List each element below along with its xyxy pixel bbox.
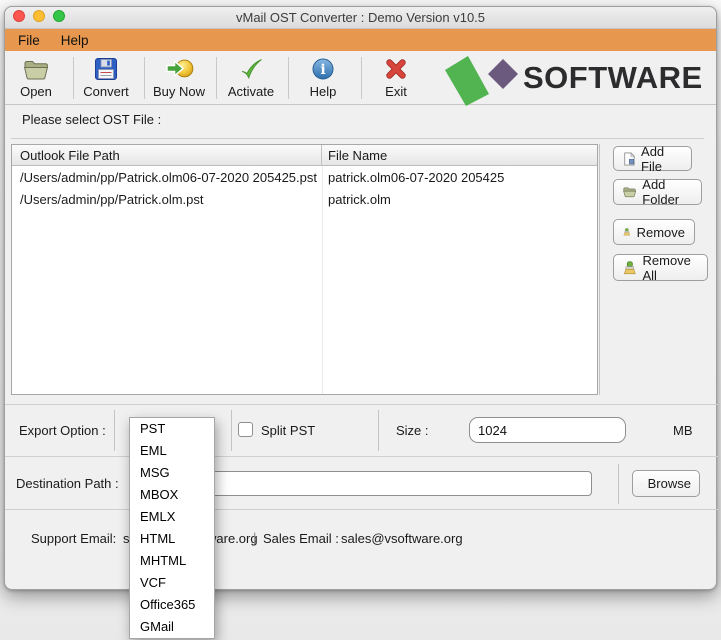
dropdown-option-gmail[interactable]: GMail bbox=[130, 616, 214, 638]
menu-file[interactable]: File bbox=[18, 33, 40, 48]
add-folder-label: Add Folder bbox=[642, 177, 692, 207]
dropdown-option-office365[interactable]: Office365 bbox=[130, 594, 214, 616]
divider bbox=[114, 410, 115, 451]
add-folder-button[interactable]: Add Folder bbox=[613, 179, 702, 205]
help-button[interactable]: i Help bbox=[289, 54, 357, 99]
remove-button[interactable]: Remove bbox=[613, 219, 695, 245]
menu-help[interactable]: Help bbox=[61, 33, 89, 48]
buy-now-button[interactable]: Buy Now bbox=[145, 54, 213, 99]
buy-now-label: Buy Now bbox=[145, 84, 213, 99]
cell-file-name: patrick.olm bbox=[322, 192, 597, 207]
brand-name: SOFTWARE bbox=[523, 55, 703, 101]
browse-folder-icon bbox=[641, 477, 642, 491]
dropdown-option-html[interactable]: HTML bbox=[130, 528, 214, 550]
add-folder-icon bbox=[623, 185, 636, 199]
size-unit-label: MB bbox=[673, 423, 693, 438]
exit-x-icon bbox=[362, 54, 430, 84]
table-header: Outlook File Path File Name bbox=[12, 145, 597, 166]
menu-bar: File Help bbox=[5, 29, 716, 51]
divider bbox=[5, 404, 718, 405]
divider bbox=[5, 509, 718, 510]
title-bar: vMail OST Converter : Demo Version v10.5 bbox=[5, 7, 716, 29]
divider bbox=[599, 144, 600, 395]
open-label: Open bbox=[2, 84, 70, 99]
exit-label: Exit bbox=[362, 84, 430, 99]
divider bbox=[618, 464, 619, 504]
divider bbox=[378, 410, 379, 451]
file-list-table: Outlook File Path File Name /Users/admin… bbox=[11, 144, 598, 395]
open-folder-icon bbox=[2, 54, 70, 84]
divider bbox=[5, 456, 718, 457]
export-format-dropdown: PST EML MSG MBOX EMLX HTML MHTML VCF Off… bbox=[129, 417, 215, 639]
zoom-window-button[interactable] bbox=[53, 10, 65, 22]
dropdown-option-mhtml[interactable]: MHTML bbox=[130, 550, 214, 572]
size-label: Size : bbox=[396, 423, 429, 438]
exit-button[interactable]: Exit bbox=[362, 54, 430, 99]
add-file-icon bbox=[623, 151, 635, 167]
column-header-path: Outlook File Path bbox=[12, 145, 322, 165]
select-ost-label: Please select OST File : bbox=[22, 112, 161, 127]
close-window-button[interactable] bbox=[13, 10, 25, 22]
minimize-window-button[interactable] bbox=[33, 10, 45, 22]
remove-all-label: Remove All bbox=[643, 253, 699, 283]
info-icon: i bbox=[289, 54, 357, 84]
dropdown-option-eml[interactable]: EML bbox=[130, 440, 214, 462]
split-pst-label: Split PST bbox=[261, 423, 315, 438]
cell-file-name: patrick.olm06-07-2020 205425 bbox=[322, 170, 597, 185]
brush-icon bbox=[623, 260, 637, 276]
divider bbox=[231, 410, 232, 451]
table-row[interactable]: /Users/admin/pp/Patrick.olm.pst patrick.… bbox=[12, 188, 597, 210]
cell-file-path: /Users/admin/pp/Patrick.olm06-07-2020 20… bbox=[12, 170, 322, 185]
app-window: vMail OST Converter : Demo Version v10.5… bbox=[4, 6, 717, 590]
dropdown-option-vcf[interactable]: VCF bbox=[130, 572, 214, 594]
dropdown-option-mbox[interactable]: MBOX bbox=[130, 484, 214, 506]
add-file-label: Add File bbox=[641, 144, 682, 174]
export-option-label: Export Option : bbox=[19, 423, 106, 438]
size-input[interactable] bbox=[469, 417, 626, 443]
convert-label: Convert bbox=[72, 84, 140, 99]
window-title: vMail OST Converter : Demo Version v10.5 bbox=[5, 7, 716, 28]
convert-button[interactable]: Convert bbox=[72, 54, 140, 99]
buy-now-icon bbox=[145, 54, 213, 84]
browse-button[interactable]: Browse bbox=[632, 470, 700, 497]
open-button[interactable]: Open bbox=[2, 54, 70, 99]
add-file-button[interactable]: Add File bbox=[613, 146, 692, 171]
table-row[interactable]: /Users/admin/pp/Patrick.olm06-07-2020 20… bbox=[12, 166, 597, 188]
column-header-name: File Name bbox=[322, 145, 597, 165]
svg-text:i: i bbox=[320, 62, 325, 78]
browse-label: Browse bbox=[648, 476, 691, 491]
activate-label: Activate bbox=[217, 84, 285, 99]
toolbar: Open Convert bbox=[5, 51, 716, 105]
activate-button[interactable]: Activate bbox=[217, 54, 285, 99]
split-pst-checkbox[interactable] bbox=[238, 422, 253, 437]
sales-email-label: Sales Email : bbox=[263, 531, 339, 546]
remove-all-button[interactable]: Remove All bbox=[613, 254, 708, 281]
column-divider bbox=[322, 166, 323, 394]
help-label: Help bbox=[289, 84, 357, 99]
support-email-label: Support Email: bbox=[31, 531, 116, 546]
dropdown-option-emlx[interactable]: EMLX bbox=[130, 506, 214, 528]
sales-email-value: sales@vsoftware.org bbox=[341, 531, 463, 546]
vsoftware-logo-icon bbox=[442, 52, 528, 108]
dropdown-option-pst[interactable]: PST bbox=[130, 418, 214, 440]
floppy-disk-icon bbox=[72, 54, 140, 84]
dropdown-option-msg[interactable]: MSG bbox=[130, 462, 214, 484]
remove-label: Remove bbox=[637, 225, 685, 240]
main-content: Please select OST File : Outlook File Pa… bbox=[5, 105, 716, 589]
checkmark-icon bbox=[217, 54, 285, 84]
divider bbox=[11, 138, 704, 139]
destination-path-label: Destination Path : bbox=[16, 476, 119, 491]
footer-divider: | bbox=[253, 530, 256, 545]
brush-icon bbox=[623, 224, 631, 240]
cell-file-path: /Users/admin/pp/Patrick.olm.pst bbox=[12, 192, 322, 207]
